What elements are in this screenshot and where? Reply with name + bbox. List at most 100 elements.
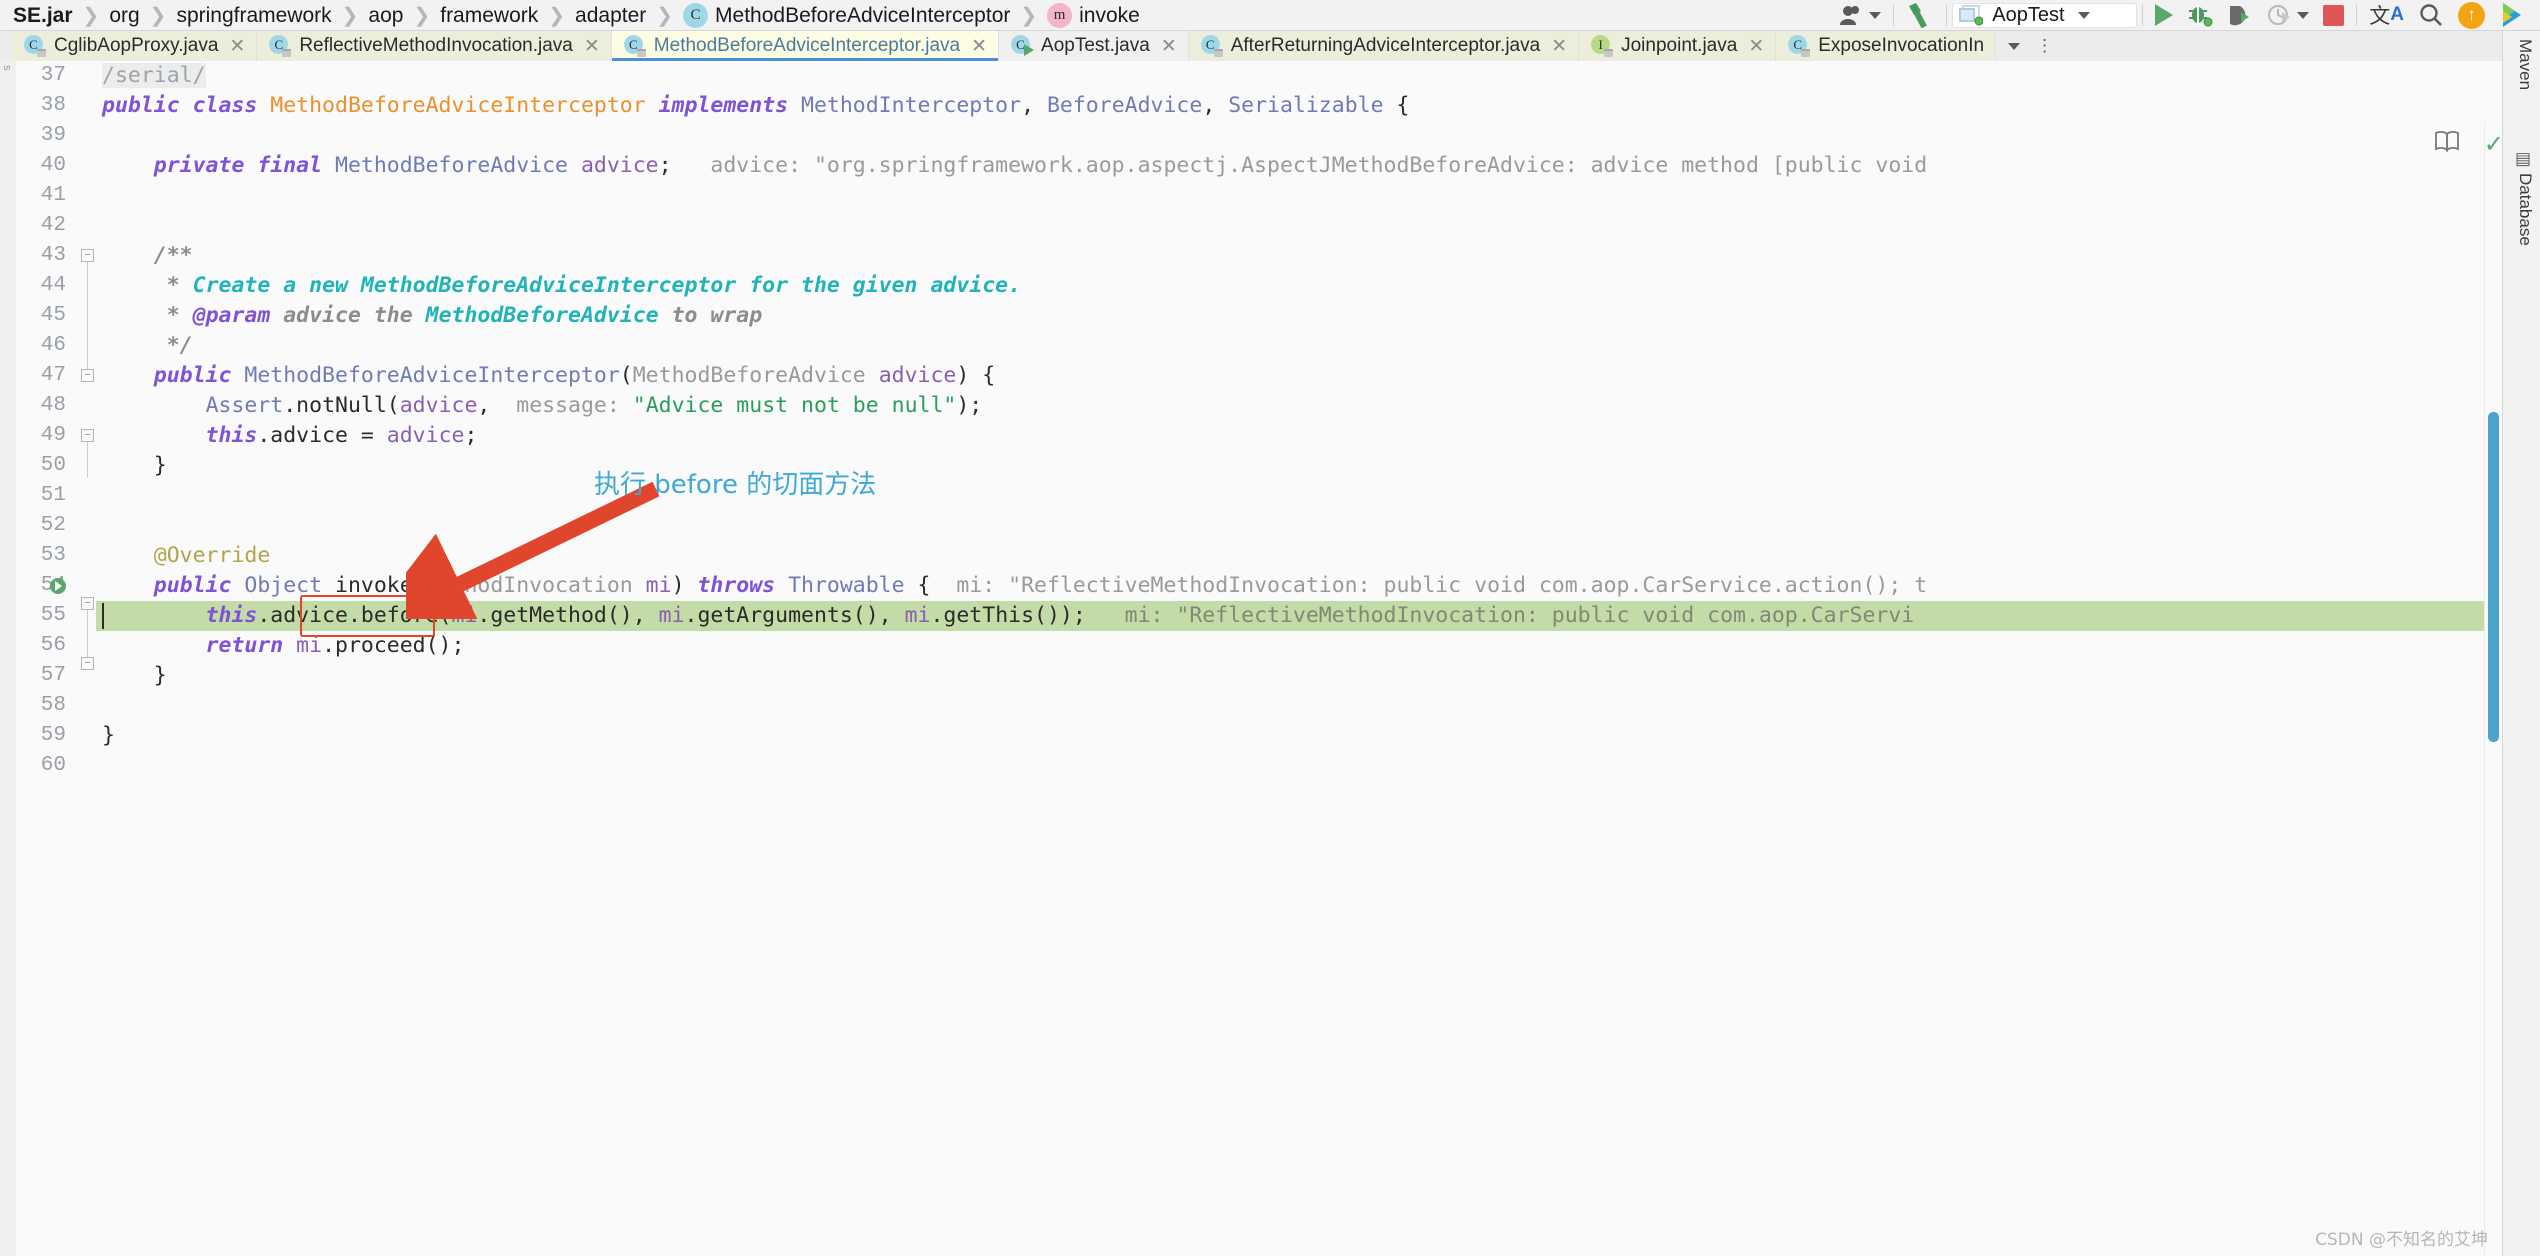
code-line-59[interactable]: }	[102, 721, 115, 751]
breadcrumb-item-method[interactable]: m invoke	[1038, 0, 1149, 31]
editor-tab-joinpoint[interactable]: I Joinpoint.java ✕	[1579, 31, 1776, 61]
editor-tab-reflectivemethodinvocation[interactable]: C ReflectiveMethodInvocation.java ✕	[257, 31, 611, 61]
tab-label: Joinpoint.java	[1621, 35, 1737, 57]
run-marker-icon	[1024, 44, 1034, 56]
fold-marker[interactable]: −	[81, 249, 94, 262]
close-icon[interactable]: ✕	[584, 35, 600, 58]
breadcrumb-separator-icon: ❯	[341, 3, 360, 28]
build-project-button[interactable]	[1899, 0, 1941, 31]
java-class-icon: C	[1788, 35, 1810, 57]
line-number: 41	[41, 181, 66, 211]
breadcrumb-separator-icon: ❯	[149, 3, 168, 28]
translate-button[interactable]: 文A	[2362, 0, 2411, 31]
editor-tab-bar: C CglibAopProxy.java ✕ C ReflectiveMetho…	[0, 31, 2540, 61]
editor-tab-afterreturningadviceinterceptor[interactable]: C AfterReturningAdviceInterceptor.java ✕	[1189, 31, 1579, 61]
chevron-down-icon	[1869, 12, 1881, 19]
code-line-50[interactable]: }	[102, 451, 167, 481]
run-configuration-selector[interactable]: AopTest	[1952, 3, 2137, 28]
line-number: 51	[41, 481, 66, 511]
editor-scrollbar[interactable]	[2484, 122, 2502, 1256]
java-class-icon: C	[269, 35, 291, 57]
debug-icon	[2187, 3, 2213, 27]
breadcrumb-item-class[interactable]: C MethodBeforeAdviceInterceptor	[674, 0, 1019, 31]
class-icon: C	[683, 3, 708, 28]
code-line-56[interactable]: return mi.proceed();	[102, 631, 464, 661]
inspection-status-icon[interactable]: ✓	[2484, 130, 2504, 159]
chevron-down-icon	[2297, 12, 2309, 19]
tab-label: ExposeInvocationIn	[1818, 35, 1984, 57]
breadcrumb-item-adapter[interactable]: adapter	[566, 0, 655, 31]
code-line-54[interactable]: public Object invoke(MethodInvocation mi…	[102, 571, 1927, 601]
method-icon: m	[1047, 3, 1072, 28]
code-line-47[interactable]: public MethodBeforeAdviceInterceptor(Met…	[102, 361, 995, 391]
code-line-38[interactable]: public class MethodBeforeAdviceIntercept…	[102, 91, 1409, 121]
code-line-45[interactable]: * @param advice the MethodBeforeAdvice t…	[102, 301, 762, 331]
tab-options-button[interactable]: ⋮	[2028, 31, 2061, 61]
breadcrumb-item-aop[interactable]: aop	[359, 0, 412, 31]
search-everywhere-button[interactable]	[2411, 0, 2451, 31]
stop-button[interactable]	[2316, 0, 2351, 31]
update-button[interactable]: ↑	[2451, 0, 2492, 31]
stop-icon	[2323, 5, 2344, 26]
run-method-gutter-icon[interactable]	[50, 578, 66, 594]
breadcrumb-item-framework[interactable]: framework	[431, 0, 547, 31]
tab-overflow-button[interactable]	[1996, 31, 2028, 61]
toolbar-divider	[1893, 5, 1894, 26]
code-line-46[interactable]: */	[102, 331, 193, 361]
fold-marker[interactable]: −	[81, 597, 94, 610]
line-number-gutter[interactable]: 37 38 39 40 41 42 43 44 45 46 47 48 49 5…	[16, 61, 78, 1256]
editor-tab-methodbeforeadviceinterceptor[interactable]: C MethodBeforeAdviceInterceptor.java ✕	[612, 31, 999, 61]
code-line-48[interactable]: Assert.notNull(advice, message: "Advice …	[102, 391, 982, 421]
line-number: 44	[41, 271, 66, 301]
editor-annotation-gutter[interactable]: s	[0, 61, 16, 1256]
line-number: 49	[41, 421, 66, 451]
code-line-55[interactable]: this.advice.before(mi.getMethod(), mi.ge…	[102, 601, 1914, 631]
code-editor[interactable]: s 37 38 39 40 41 42 43 44 45 46 47 48 49…	[0, 61, 2540, 1256]
fold-marker[interactable]: −	[81, 429, 94, 442]
lock-icon	[637, 49, 646, 57]
chevron-down-icon	[2078, 12, 2090, 19]
arrow-up-icon: ↑	[2458, 2, 2485, 29]
code-folding-gutter[interactable]: − − − − −	[78, 61, 96, 1256]
breadcrumb-item-org[interactable]: org	[100, 0, 148, 31]
plugin-button[interactable]	[2492, 0, 2536, 31]
run-button[interactable]	[2148, 0, 2180, 31]
scrollbar-thumb[interactable]	[2488, 412, 2499, 742]
debug-button[interactable]	[2180, 0, 2220, 31]
editor-tab-aoptest[interactable]: C AopTest.java ✕	[999, 31, 1189, 61]
close-icon[interactable]: ✕	[1748, 35, 1764, 58]
line-number: 52	[41, 511, 66, 541]
line-number: 57	[41, 661, 66, 691]
code-line-57[interactable]: }	[102, 661, 167, 691]
user-profile-button[interactable]	[1832, 0, 1888, 31]
code-line-37[interactable]: /serial/	[102, 61, 206, 91]
tab-label: AfterReturningAdviceInterceptor.java	[1231, 35, 1540, 57]
close-icon[interactable]: ✕	[1551, 35, 1567, 58]
close-icon[interactable]: ✕	[1161, 35, 1177, 58]
lock-icon	[1604, 49, 1613, 57]
code-line-40[interactable]: private final MethodBeforeAdvice advice;…	[102, 151, 1927, 181]
code-line-44[interactable]: * Create a new MethodBeforeAdviceInterce…	[102, 271, 1021, 301]
editor-tab-cglibaopproxy[interactable]: C CglibAopProxy.java ✕	[12, 31, 257, 61]
code-surface[interactable]: /serial/ public class MethodBeforeAdvice…	[96, 61, 2540, 1256]
close-icon[interactable]: ✕	[229, 35, 245, 58]
reader-mode-icon[interactable]	[2434, 130, 2460, 159]
code-line-49[interactable]: this.advice = advice;	[102, 421, 477, 451]
line-number: 60	[41, 751, 66, 781]
tab-label: CglibAopProxy.java	[54, 35, 218, 57]
line-number: 53	[41, 541, 66, 571]
fold-marker[interactable]: −	[81, 657, 94, 670]
lock-icon	[282, 49, 291, 57]
profiler-button[interactable]	[2260, 0, 2316, 31]
code-line-53[interactable]: @Override	[102, 541, 270, 571]
tool-window-database[interactable]: Database	[2515, 173, 2535, 246]
breadcrumb-item-se-jar[interactable]: SE.jar	[4, 0, 82, 31]
code-line-43[interactable]: /**	[102, 241, 193, 271]
tool-window-maven[interactable]: Maven	[2515, 39, 2535, 90]
fold-marker[interactable]: −	[81, 369, 94, 382]
breadcrumb-separator-icon: ❯	[82, 3, 101, 28]
editor-tab-exposeinvocation[interactable]: C ExposeInvocationIn	[1776, 31, 1996, 61]
close-icon[interactable]: ✕	[971, 35, 987, 58]
breadcrumb-item-springframework[interactable]: springframework	[167, 0, 340, 31]
run-with-coverage-button[interactable]	[2220, 0, 2260, 31]
